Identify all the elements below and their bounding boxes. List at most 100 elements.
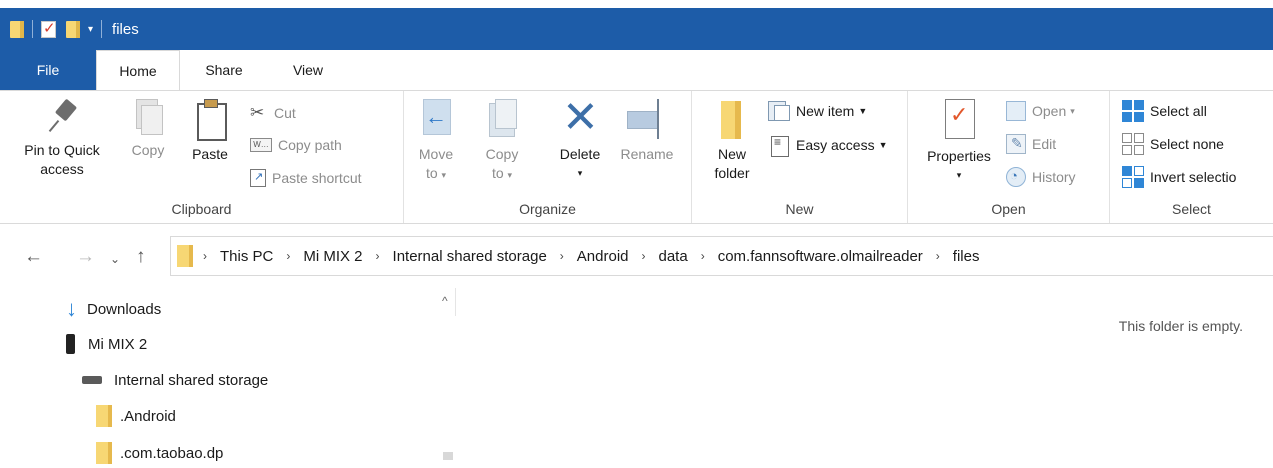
paste-button[interactable]: Paste (184, 99, 236, 164)
group-organize: Move to ▾ Copy to ▾ ✕ Delete ▾ Rename Or… (404, 91, 692, 223)
paste-shortcut-button[interactable]: Paste shortcut (250, 166, 362, 190)
open-label: Open (1032, 103, 1067, 119)
breadcrumb-this-pc[interactable]: This PC (220, 248, 273, 265)
folder-icon (96, 442, 112, 464)
properties-check-icon (943, 99, 975, 141)
nav-item-com-taobao-dp[interactable]: .com.taobao.dp (96, 438, 223, 468)
window-title: files (112, 20, 139, 38)
select-all-icon (1122, 100, 1144, 122)
new-item-label: New item (796, 103, 855, 119)
copy-to-dropdown-icon: ▾ (507, 170, 513, 180)
recent-locations-chevron-icon[interactable]: ⌄ (110, 252, 120, 266)
invert-selection-button[interactable]: Invert selectio (1122, 165, 1236, 189)
tab-home[interactable]: Home (96, 50, 180, 90)
new-folder-label-line2: folder (714, 165, 750, 181)
delete-button[interactable]: ✕ Delete ▾ (552, 96, 608, 183)
crumb-separator-icon[interactable]: › (376, 249, 380, 263)
breadcrumb-mi-mix-2[interactable]: Mi MIX 2 (303, 248, 362, 265)
breadcrumb-data[interactable]: data (659, 248, 688, 265)
invert-selection-icon (1122, 166, 1144, 188)
tab-view[interactable]: View (268, 50, 348, 90)
easy-access-button[interactable]: Easy access ▼ (768, 133, 888, 157)
folder-icon (719, 99, 745, 139)
ribbon: Pin to Quick access Copy Paste ✂ Cut W… … (0, 90, 1273, 224)
organize-group-label: Organize (519, 201, 576, 217)
select-none-button[interactable]: Select none (1122, 132, 1224, 156)
quick-access-separator (32, 20, 33, 38)
nav-item-android[interactable]: .Android (96, 401, 176, 431)
properties-button[interactable]: Properties ▾ (916, 99, 1002, 185)
new-item-icon (768, 101, 790, 121)
select-group-label: Select (1172, 201, 1211, 217)
nav-item-downloads[interactable]: ↓ Downloads (66, 294, 161, 324)
address-bar[interactable]: › This PC › Mi MIX 2 › Internal shared s… (170, 236, 1273, 276)
nav-item-internal-storage[interactable]: Internal shared storage (82, 365, 268, 395)
breadcrumb-files[interactable]: files (953, 248, 980, 265)
title-bar: ▾ files (0, 8, 1273, 50)
breadcrumb-android[interactable]: Android (577, 248, 629, 265)
move-to-dropdown-icon: ▾ (441, 170, 447, 180)
nav-scrollbar-thumb[interactable] (443, 452, 453, 460)
new-item-button[interactable]: New item ▼ (768, 99, 867, 123)
rename-label: Rename (620, 146, 674, 162)
nav-item-mi-mix-2[interactable]: Mi MIX 2 (66, 329, 147, 359)
crumb-separator-icon[interactable]: › (286, 249, 290, 263)
rename-icon (625, 99, 669, 139)
new-folder-button[interactable]: New folder (704, 99, 760, 183)
rename-button[interactable]: Rename (614, 99, 680, 164)
file-list-area[interactable]: This folder is empty. (457, 288, 1273, 460)
back-arrow-icon[interactable]: ← (24, 246, 43, 268)
select-none-label: Select none (1150, 136, 1224, 152)
paste-shortcut-icon (250, 169, 266, 187)
tab-file[interactable]: File (0, 50, 96, 90)
copy-to-button[interactable]: Copy to ▾ (478, 99, 526, 185)
nav-scrollbar[interactable] (440, 316, 456, 460)
open-button[interactable]: Open ▾ (1006, 99, 1075, 123)
breadcrumb-internal-shared-storage[interactable]: Internal shared storage (393, 248, 547, 265)
edit-button[interactable]: Edit (1006, 132, 1056, 156)
new-group-label: New (785, 201, 814, 217)
cut-label: Cut (274, 105, 296, 121)
forward-arrow-icon[interactable]: → (76, 246, 95, 268)
group-new: New folder New item ▼ Easy access ▼ New (692, 91, 908, 223)
breadcrumb-olmailreader[interactable]: com.fannsoftware.olmailreader (718, 248, 923, 265)
customize-toolbar-dropdown-icon[interactable]: ▾ (88, 24, 93, 35)
move-to-button[interactable]: Move to ▾ (412, 99, 460, 185)
nav-item-label: Internal shared storage (114, 371, 269, 389)
phone-icon (66, 334, 75, 354)
select-all-button[interactable]: Select all (1122, 99, 1207, 123)
crumb-separator-icon[interactable]: › (936, 249, 940, 263)
clipboard-group-label: Clipboard (171, 201, 232, 217)
address-row: ← → ⌄ ↑ › This PC › Mi MIX 2 › Internal … (0, 224, 1273, 288)
easy-access-label: Easy access (796, 137, 875, 153)
new-item-dropdown-icon: ▼ (858, 106, 868, 116)
history-button[interactable]: History (1006, 165, 1076, 189)
crumb-separator-icon[interactable]: › (203, 249, 207, 263)
scissors-icon: ✂ (250, 103, 265, 122)
properties-icon[interactable] (41, 19, 56, 38)
navigation-pane: ↓ Downloads Mi MIX 2 Internal shared sto… (0, 288, 456, 464)
cut-button[interactable]: ✂ Cut (250, 101, 296, 125)
history-icon (1006, 167, 1026, 187)
copy-label: Copy (131, 142, 165, 158)
up-arrow-icon[interactable]: ↑ (136, 246, 146, 268)
empty-folder-message: This folder is empty. (1118, 318, 1243, 334)
crumb-separator-icon[interactable]: › (642, 249, 646, 263)
copy-path-button[interactable]: W… Copy path (250, 133, 342, 157)
delete-dropdown-icon: ▾ (577, 168, 583, 178)
copy-to-label-line1: Copy (485, 146, 519, 162)
pin-to-quick-access-button[interactable]: Pin to Quick access (14, 99, 110, 179)
crumb-separator-icon[interactable]: › (701, 249, 705, 263)
quick-access-folder-icon[interactable] (10, 20, 24, 38)
tab-share[interactable]: Share (180, 50, 268, 90)
crumb-separator-icon[interactable]: › (560, 249, 564, 263)
scroll-up-arrow-icon[interactable]: ^ (442, 294, 448, 308)
clipboard-icon (195, 99, 227, 141)
select-none-icon (1122, 133, 1144, 155)
easy-access-dropdown-icon: ▼ (878, 140, 888, 150)
nav-item-label: .Android (120, 407, 176, 425)
copy-button[interactable]: Copy (122, 99, 174, 160)
properties-label: Properties (927, 148, 991, 164)
new-folder-icon[interactable] (66, 20, 80, 38)
copy-path-label: Copy path (278, 137, 342, 153)
